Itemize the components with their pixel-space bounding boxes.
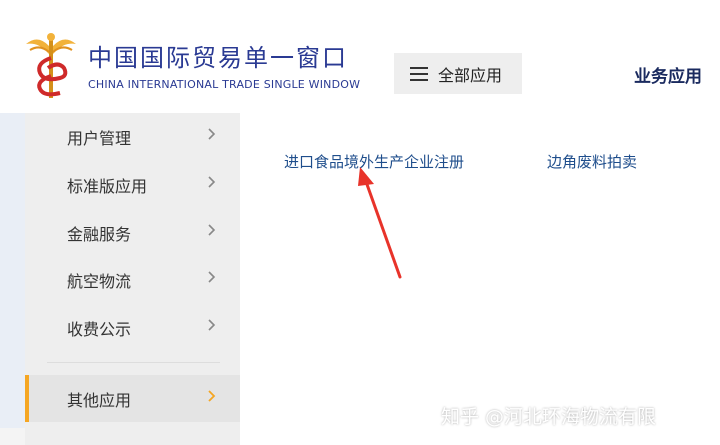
chevron-right-icon: [208, 271, 216, 283]
menu-icon: [410, 66, 428, 81]
logo-title: 中国国际贸易单一窗口: [88, 44, 348, 72]
sidebar-item-label: 收费公示: [67, 320, 132, 339]
business-apps-tab[interactable]: 业务应用: [634, 62, 702, 87]
chevron-right-icon: [208, 390, 216, 402]
red-arrow-annotation: [358, 167, 402, 279]
left-edge-strip: [0, 113, 25, 445]
sidebar-item-user-management[interactable]: 用户管理: [25, 113, 240, 159]
sidebar-item-label: 金融服务: [67, 225, 132, 244]
header: 中国国际贸易单一窗口 CHINA INTERNATIONAL TRADE SIN…: [0, 0, 720, 113]
sidebar-item-standard-apps[interactable]: 标准版应用: [25, 161, 240, 207]
sidebar-item-financial-services[interactable]: 金融服务: [25, 209, 240, 255]
chevron-right-icon: [208, 128, 216, 140]
chevron-right-icon: [208, 224, 216, 236]
app-panel: 进口食品境外生产企业注册 边角废料拍卖: [240, 113, 720, 445]
sidebar-item-other-apps[interactable]: 其他应用: [25, 375, 240, 422]
all-apps-label: 全部应用: [438, 65, 503, 85]
chevron-right-icon: [208, 176, 216, 188]
sidebar-item-air-logistics[interactable]: 航空物流: [25, 256, 240, 302]
sidebar-menu: 用户管理 标准版应用 金融服务 航空物流 收费公示 其他应用: [25, 113, 240, 445]
app-link-scrap-auction[interactable]: 边角废料拍卖: [547, 151, 637, 172]
all-apps-button[interactable]: 全部应用: [394, 53, 522, 94]
chevron-right-icon: [208, 319, 216, 331]
logo-subtitle: CHINA INTERNATIONAL TRADE SINGLE WINDOW: [88, 78, 361, 91]
sidebar-divider: [47, 362, 220, 363]
logo-caduceus-icon: [26, 33, 76, 98]
sidebar-item-label: 航空物流: [67, 272, 132, 291]
sidebar-item-fee-disclosure[interactable]: 收费公示: [25, 304, 240, 350]
watermark-text: 知乎 @河北环海物流有限: [441, 406, 657, 428]
active-indicator: [25, 375, 29, 422]
sidebar-item-label: 用户管理: [67, 129, 132, 148]
left-edge-strip-bottom: [0, 428, 25, 445]
sidebar-item-label: 其他应用: [67, 391, 132, 410]
sidebar-item-label: 标准版应用: [67, 177, 148, 196]
